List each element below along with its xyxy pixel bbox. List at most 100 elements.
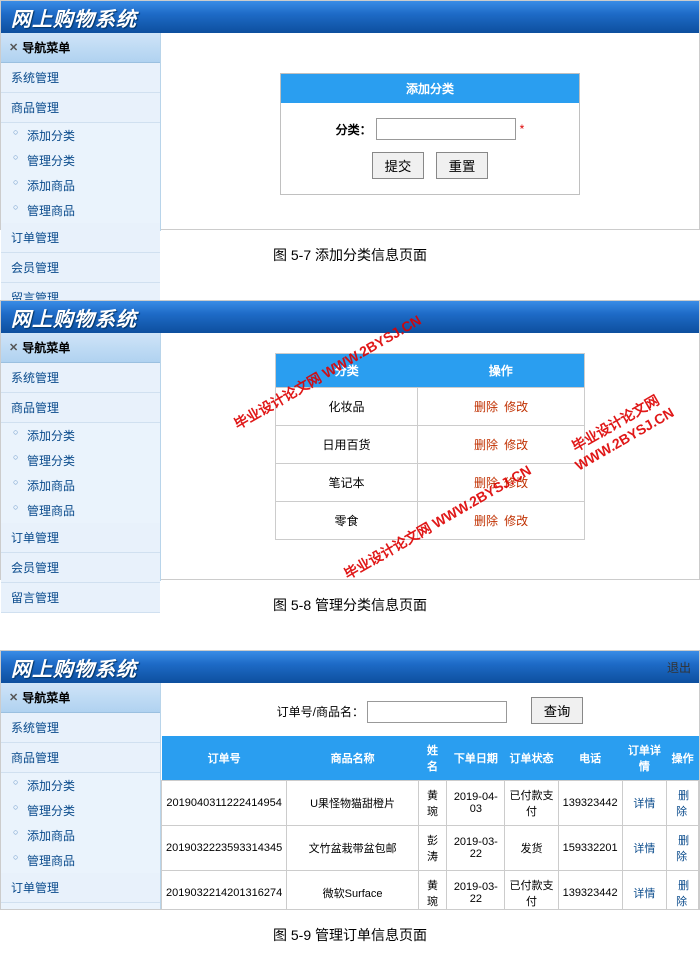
submit-button[interactable] — [372, 152, 425, 179]
cell-category: 化妆品 — [276, 388, 418, 426]
cell-detail: 详情 — [622, 826, 667, 871]
chevron-down-icon: ✕ — [9, 41, 18, 54]
delete-link[interactable]: 删除 — [474, 438, 498, 452]
nav-section-goods[interactable]: 商品管理 — [1, 393, 160, 423]
app-title: 网上购物系统 — [11, 653, 137, 682]
col-header: 商品名称 — [287, 736, 419, 781]
sidebar-item-add-category[interactable]: 添加分类 — [1, 123, 160, 148]
cell-name: 微软Surface — [287, 871, 419, 911]
detail-link[interactable]: 详情 — [633, 888, 655, 900]
table-row: 日用百货删除修改 — [276, 426, 585, 464]
detail-link[interactable]: 详情 — [633, 798, 655, 810]
nav-section-system[interactable]: 系统管理 — [1, 713, 160, 743]
delete-link[interactable]: 删除 — [474, 476, 498, 490]
cell-date: 2019-03-22 — [447, 826, 505, 871]
cell-category: 零食 — [276, 502, 418, 540]
nav-header[interactable]: ✕导航菜单 — [1, 683, 160, 713]
app-window: 网上购物系统 ✕导航菜单 系统管理 商品管理 添加分类 管理分类 添加商品 管理… — [0, 0, 700, 230]
sidebar: ✕导航菜单 系统管理 商品管理 添加分类 管理分类 添加商品 管理商品 订单管理… — [1, 333, 161, 581]
cell-id: 2019032223593314345 — [162, 826, 287, 871]
sidebar-item-manage-category[interactable]: 管理分类 — [1, 448, 160, 473]
cell-operation: 删除修改 — [418, 426, 585, 464]
table-row: 2019032214201316274微软Surface黄琬2019-03-22… — [162, 871, 699, 911]
panel-title: 添加分类 — [281, 74, 579, 103]
delete-link[interactable]: 删除 — [474, 514, 498, 528]
sidebar-item-manage-goods[interactable]: 管理商品 — [1, 498, 160, 523]
col-header: 姓名 — [418, 736, 446, 781]
cell-operation: 删除修改 — [418, 464, 585, 502]
nav-section-system[interactable]: 系统管理 — [1, 363, 160, 393]
nav-section-member[interactable]: 会员管理 — [1, 253, 160, 283]
cell-status: 已付款支付 — [505, 781, 558, 826]
detail-link[interactable]: 详情 — [633, 843, 655, 855]
app-window: 网上购物系统 退出 ✕导航菜单 系统管理 商品管理 添加分类 管理分类 添加商品… — [0, 650, 700, 910]
cell-detail: 详情 — [622, 871, 667, 911]
col-operation: 操作 — [418, 354, 585, 388]
delete-link[interactable]: 删除 — [474, 400, 498, 414]
edit-link[interactable]: 修改 — [504, 438, 528, 452]
cell-detail: 详情 — [622, 781, 667, 826]
delete-link[interactable]: 删除 — [676, 835, 689, 863]
figure-caption: 图 5-9 管理订单信息页面 — [0, 910, 700, 960]
sidebar-item-add-goods[interactable]: 添加商品 — [1, 823, 160, 848]
order-table: 订单号商品名称姓名下单日期订单状态电话订单详情操作 20190403112224… — [161, 736, 699, 910]
col-category: 分类 — [276, 354, 418, 388]
nav-section-order[interactable]: 订单管理 — [1, 523, 160, 553]
cell-category: 笔记本 — [276, 464, 418, 502]
nav-header[interactable]: ✕导航菜单 — [1, 333, 160, 363]
sidebar-item-manage-goods[interactable]: 管理商品 — [1, 848, 160, 873]
figure-5-7: 网上购物系统 ✕导航菜单 系统管理 商品管理 添加分类 管理分类 添加商品 管理… — [0, 0, 700, 280]
cell-name: U果怪物猫甜橙片 — [287, 781, 419, 826]
nav-header[interactable]: ✕导航菜单 — [1, 33, 160, 63]
nav-section-goods[interactable]: 商品管理 — [1, 743, 160, 773]
category-label: 分类： — [336, 121, 372, 138]
reset-button[interactable] — [436, 152, 489, 179]
main-content: 订单号/商品名： 订单号商品名称姓名下单日期订单状态电话订单详情操作 20190… — [161, 683, 699, 910]
sidebar-item-add-category[interactable]: 添加分类 — [1, 773, 160, 798]
table-row: 2019032223593314345文竹盆栽带盆包邮彭涛2019-03-22发… — [162, 826, 699, 871]
chevron-down-icon: ✕ — [9, 341, 18, 354]
category-input[interactable] — [376, 118, 516, 140]
nav-section-order[interactable]: 订单管理 — [1, 223, 160, 253]
table-row: 笔记本删除修改 — [276, 464, 585, 502]
required-mark: * — [520, 122, 525, 136]
cell-user: 彭涛 — [418, 826, 446, 871]
sidebar-item-manage-category[interactable]: 管理分类 — [1, 798, 160, 823]
cell-operation: 删除修改 — [418, 502, 585, 540]
sidebar-item-manage-goods[interactable]: 管理商品 — [1, 198, 160, 223]
edit-link[interactable]: 修改 — [504, 400, 528, 414]
edit-link[interactable]: 修改 — [504, 476, 528, 490]
nav-section-goods[interactable]: 商品管理 — [1, 93, 160, 123]
col-header: 订单详情 — [622, 736, 667, 781]
cell-status: 已付款支付 — [505, 871, 558, 911]
app-window: 网上购物系统 ✕导航菜单 系统管理 商品管理 添加分类 管理分类 添加商品 管理… — [0, 300, 700, 580]
add-category-panel: 添加分类 分类： * — [280, 73, 580, 195]
figure-5-9: 网上购物系统 退出 ✕导航菜单 系统管理 商品管理 添加分类 管理分类 添加商品… — [0, 650, 700, 960]
sidebar-item-add-category[interactable]: 添加分类 — [1, 423, 160, 448]
logout-link[interactable]: 退出 — [667, 659, 691, 676]
cell-operation: 删除修改 — [418, 388, 585, 426]
sidebar-item-add-goods[interactable]: 添加商品 — [1, 173, 160, 198]
edit-link[interactable]: 修改 — [504, 514, 528, 528]
sidebar: ✕导航菜单 系统管理 商品管理 添加分类 管理分类 添加商品 管理商品 订单管理… — [1, 33, 161, 231]
category-table: 分类 操作 化妆品删除修改日用百货删除修改笔记本删除修改零食删除修改 — [275, 353, 585, 540]
nav-section-message[interactable]: 留言管理 — [1, 583, 160, 613]
delete-link[interactable]: 删除 — [676, 790, 689, 818]
main-content: 分类 操作 化妆品删除修改日用百货删除修改笔记本删除修改零食删除修改 毕业设计论… — [161, 333, 699, 560]
delete-link[interactable]: 删除 — [676, 880, 689, 908]
sidebar-item-manage-category[interactable]: 管理分类 — [1, 148, 160, 173]
table-row: 化妆品删除修改 — [276, 388, 585, 426]
app-title: 网上购物系统 — [11, 3, 137, 32]
nav-section-member[interactable]: 会员管理 — [1, 553, 160, 583]
query-label: 订单号/商品名： — [277, 705, 364, 719]
nav-section-order[interactable]: 订单管理 — [1, 873, 160, 903]
query-button[interactable] — [531, 697, 584, 724]
cell-user: 黄琬 — [418, 781, 446, 826]
main-content: 添加分类 分类： * — [161, 33, 699, 233]
sidebar-item-add-goods[interactable]: 添加商品 — [1, 473, 160, 498]
cell-id: 2019032214201316274 — [162, 871, 287, 911]
col-header: 下单日期 — [447, 736, 505, 781]
nav-section-system[interactable]: 系统管理 — [1, 63, 160, 93]
cell-id: 2019040311222414954 — [162, 781, 287, 826]
query-input[interactable] — [367, 701, 507, 723]
